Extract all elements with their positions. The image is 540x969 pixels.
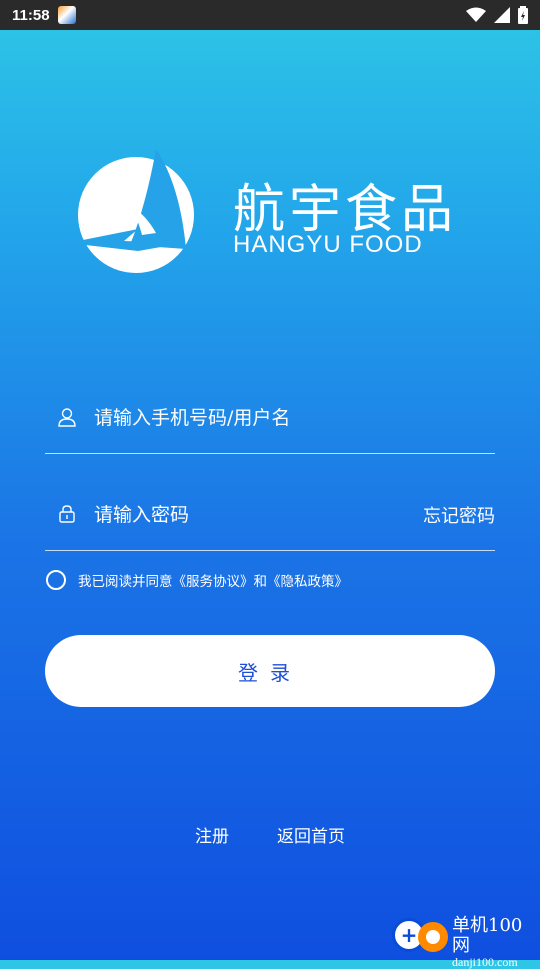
battery-icon: [518, 6, 528, 24]
status-bar: 11:58: [0, 0, 540, 30]
agreement-row[interactable]: 我已阅读并同意《服务协议》和《隐私政策》: [46, 570, 348, 590]
watermark-url: danji100.com: [452, 954, 518, 969]
watermark-title: 单机100网: [452, 915, 523, 956]
sailboat-logo-icon: [68, 149, 194, 273]
register-link[interactable]: 注册: [195, 822, 229, 847]
username-field[interactable]: [45, 393, 495, 454]
brand-logo: 航宇食品 HANGYU FOOD: [68, 145, 478, 275]
brand-name-en: HANGYU FOOD: [233, 231, 423, 258]
app-notification-icon: [57, 6, 76, 24]
watermark-text: 单机100网 danji100.com: [452, 916, 540, 969]
wifi-icon: [466, 7, 486, 22]
user-icon: [58, 408, 76, 427]
password-field[interactable]: 忘记密码: [45, 490, 495, 551]
forgot-password-link[interactable]: 忘记密码: [423, 502, 495, 528]
status-icons: [466, 6, 528, 24]
agreement-checkbox[interactable]: [46, 570, 66, 590]
agreement-text: 我已阅读并同意《服务协议》和《隐私政策》: [78, 574, 348, 590]
status-time: 11:58: [12, 6, 50, 24]
signal-icon: [494, 7, 510, 23]
watermark-dot-icon: [418, 922, 448, 952]
back-home-link[interactable]: 返回首页: [277, 822, 345, 847]
watermark: + 单机100网 danji100.com: [390, 912, 540, 968]
bottom-links: 注册 返回首页: [0, 822, 540, 847]
lock-icon: [59, 505, 75, 523]
username-input[interactable]: [92, 399, 396, 437]
password-input[interactable]: [92, 496, 396, 534]
login-button[interactable]: 登录: [45, 635, 495, 707]
